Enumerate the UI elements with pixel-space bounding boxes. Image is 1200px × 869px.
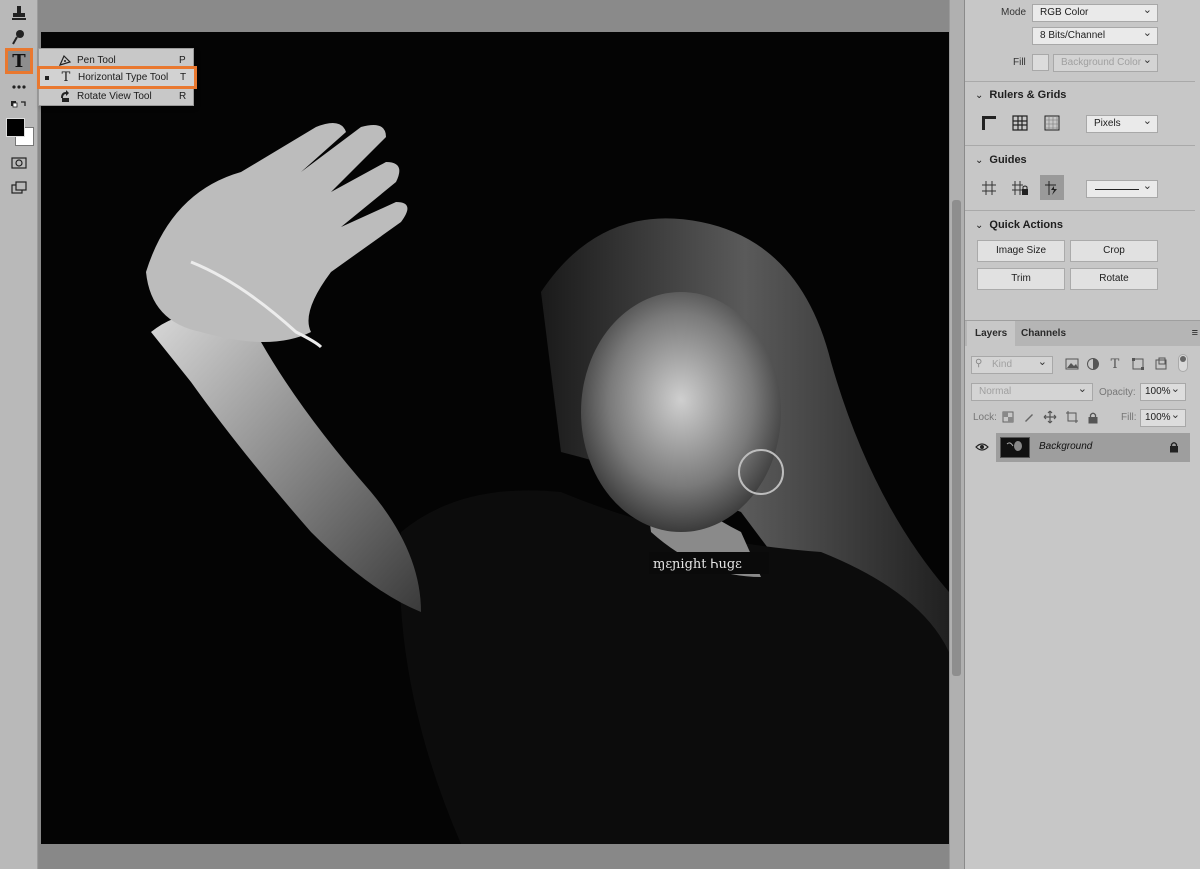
- pen-icon: [57, 53, 73, 67]
- section-quick-actions[interactable]: ⌄ Quick Actions: [975, 219, 1063, 231]
- flyout-item-label: Rotate View Tool: [77, 90, 152, 102]
- shirt-collar-text: ɱɛɲight Ꮒugɛ: [653, 557, 742, 572]
- mode-label: Mode: [1001, 7, 1027, 18]
- document-image[interactable]: ɱɛɲight Ꮒugɛ: [41, 32, 949, 844]
- trim-button[interactable]: Trim: [977, 268, 1065, 290]
- smart-object-filter-icon[interactable]: [1150, 353, 1172, 375]
- scrollbar-thumb[interactable]: [952, 200, 961, 676]
- flyout-item-rotate-view[interactable]: Rotate View Tool R: [39, 87, 193, 105]
- tab-channels[interactable]: Channels: [1013, 321, 1074, 347]
- lock-label: Lock:: [973, 412, 997, 423]
- fill-label: Fill:: [1121, 412, 1137, 423]
- fill-dropdown[interactable]: Background Color: [1053, 52, 1158, 72]
- section-title: Rulers & Grids: [989, 89, 1067, 101]
- section-title: Guides: [989, 154, 1027, 166]
- adjustment-filter-icon[interactable]: [1082, 353, 1104, 375]
- rotate-button[interactable]: Rotate: [1070, 268, 1158, 290]
- selected-indicator: [45, 76, 49, 80]
- flyout-item-label: Horizontal Type Tool: [78, 72, 169, 83]
- opacity-field[interactable]: 100%: [1140, 381, 1186, 401]
- more-tools-icon[interactable]: [6, 76, 32, 98]
- mode-dropdown[interactable]: RGB Color: [1032, 2, 1158, 22]
- divider: [965, 210, 1195, 211]
- section-guides[interactable]: ⌄ Guides: [975, 154, 1027, 166]
- pixel-layer-filter-icon[interactable]: [1061, 353, 1083, 375]
- quick-mask-icon[interactable]: [6, 152, 32, 174]
- panel-menu-icon[interactable]: ≡: [1192, 327, 1198, 339]
- divider: [965, 145, 1195, 146]
- lock-all-icon[interactable]: [1083, 407, 1103, 427]
- flyout-item-shortcut: T: [180, 72, 187, 83]
- layer-name: Background: [1039, 441, 1093, 452]
- chevron-down-icon: ⌄: [975, 89, 984, 101]
- type-icon: T: [61, 70, 71, 85]
- shape-filter-icon[interactable]: [1127, 353, 1149, 375]
- flyout-item-shortcut: R: [179, 90, 187, 102]
- eye-icon[interactable]: [972, 438, 992, 456]
- flyout-item-label: Pen Tool: [77, 54, 116, 66]
- tab-layers[interactable]: Layers: [967, 321, 1016, 347]
- lock-transparent-icon[interactable]: [998, 407, 1018, 427]
- stamp-tool-icon[interactable]: [6, 2, 32, 24]
- dodge-tool-icon[interactable]: [6, 26, 32, 48]
- flyout-item-horizontal-type[interactable]: T Horizontal Type Tool T: [37, 66, 197, 89]
- lock-guides-icon[interactable]: [1009, 177, 1031, 199]
- line-style-preview: [1095, 189, 1139, 190]
- lock-icon: [1169, 441, 1179, 456]
- fill-label: Fill: [1013, 57, 1026, 68]
- rotate-view-icon: [57, 89, 73, 103]
- section-title: Quick Actions: [989, 219, 1063, 231]
- crop-button[interactable]: Crop: [1070, 240, 1158, 262]
- chevron-down-icon: ⌄: [975, 219, 984, 231]
- lock-pixels-icon[interactable]: [1019, 407, 1039, 427]
- type-tool-button[interactable]: T: [5, 48, 33, 74]
- screen-mode-icon[interactable]: [6, 177, 32, 199]
- layer-thumbnail: [1000, 437, 1030, 458]
- foreground-color-swatch[interactable]: [6, 118, 25, 137]
- flyout-item-shortcut: P: [179, 54, 186, 66]
- grid-icon[interactable]: [1009, 112, 1031, 134]
- filter-toggle[interactable]: [1178, 354, 1188, 372]
- search-icon: ⚲: [975, 358, 983, 369]
- lock-artboard-icon[interactable]: [1062, 407, 1082, 427]
- ruler-icon[interactable]: [978, 112, 1000, 134]
- show-guides-icon[interactable]: [978, 177, 1000, 199]
- type-icon: T: [12, 50, 26, 72]
- type-filter-icon[interactable]: T: [1104, 353, 1126, 375]
- tool-flyout-menu: Pen Tool P T Horizontal Type Tool T Rota…: [37, 48, 197, 106]
- bit-depth-dropdown[interactable]: 8 Bits/Channel: [1032, 25, 1158, 45]
- section-rulers-grids[interactable]: ⌄ Rulers & Grids: [975, 89, 1066, 101]
- fill-field[interactable]: 100%: [1140, 407, 1186, 427]
- layer-filter-dropdown[interactable]: Kind: [971, 354, 1053, 374]
- guide-style-dropdown[interactable]: [1086, 178, 1158, 198]
- units-dropdown[interactable]: Pixels: [1086, 113, 1158, 133]
- image-size-button[interactable]: Image Size: [977, 240, 1065, 262]
- blend-mode-dropdown[interactable]: Normal: [971, 381, 1093, 401]
- toggle-knob: [1180, 356, 1186, 362]
- opacity-label: Opacity:: [1099, 387, 1136, 398]
- tools-panel: T: [0, 0, 38, 869]
- canvas-bottom: [39, 844, 949, 869]
- smart-guides-icon[interactable]: [1040, 175, 1064, 200]
- fill-swatch[interactable]: [1032, 54, 1049, 71]
- swap-colors-icon[interactable]: [6, 98, 32, 112]
- lock-position-icon[interactable]: [1040, 407, 1060, 427]
- layers-tabbar: Layers Channels ≡: [965, 320, 1200, 347]
- chevron-down-icon: ⌄: [975, 154, 984, 166]
- divider: [965, 81, 1195, 82]
- pixel-grid-icon[interactable]: [1041, 112, 1063, 134]
